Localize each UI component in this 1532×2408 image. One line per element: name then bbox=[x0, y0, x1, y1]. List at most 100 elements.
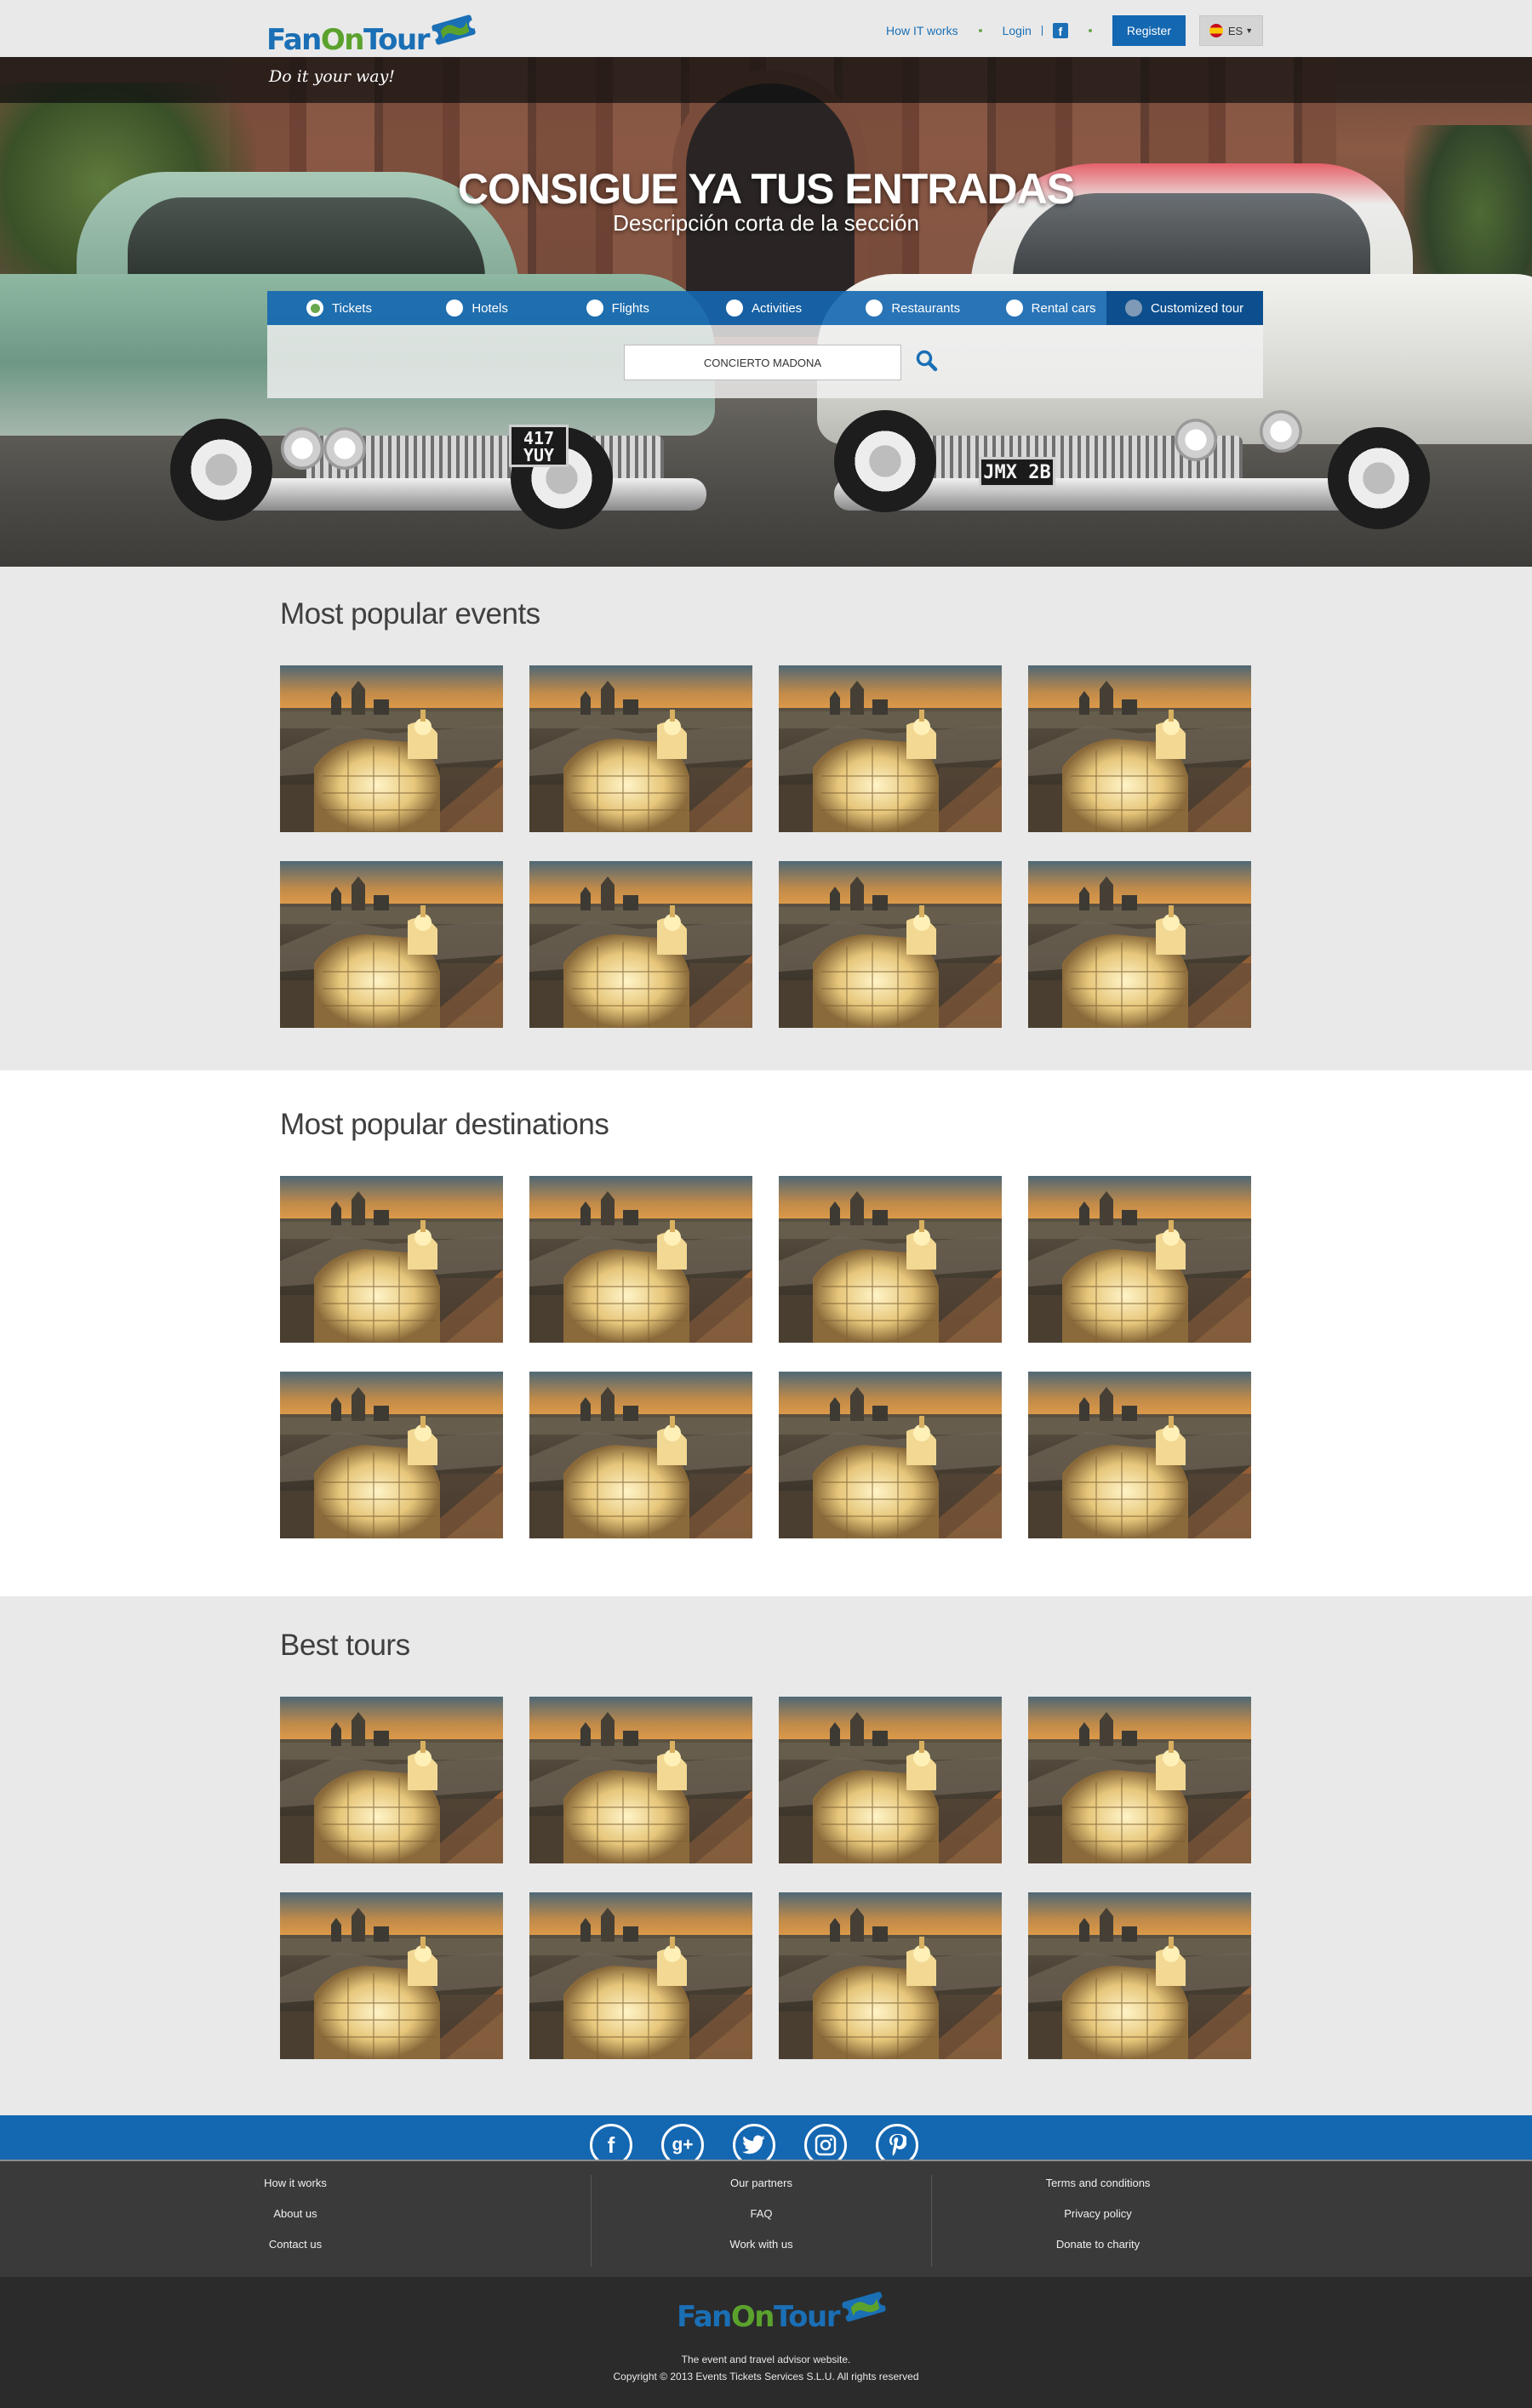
city-night-photo bbox=[779, 1697, 1002, 1863]
nav-dot bbox=[1088, 29, 1092, 32]
language-selector[interactable]: ES ▼ bbox=[1199, 15, 1263, 46]
footer-column: Terms and conditions Privacy policy Dona… bbox=[932, 2175, 1264, 2267]
footer-link-work-with-us[interactable]: Work with us bbox=[729, 2236, 792, 2267]
ticket-logo-icon bbox=[839, 2291, 889, 2322]
destination-card[interactable] bbox=[1028, 1372, 1251, 1538]
footer-link-faq[interactable]: FAQ bbox=[750, 2205, 772, 2236]
instagram-camera-shape bbox=[815, 2134, 837, 2156]
event-card[interactable] bbox=[779, 665, 1002, 832]
section-title: Most popular destinations bbox=[280, 1108, 609, 1141]
facebook-icon[interactable]: f bbox=[590, 2124, 632, 2160]
destination-card[interactable] bbox=[280, 1176, 503, 1343]
tour-card[interactable] bbox=[779, 1892, 1002, 2059]
city-night-photo bbox=[1028, 1372, 1251, 1538]
event-card[interactable] bbox=[1028, 861, 1251, 1028]
car-headlight bbox=[281, 427, 323, 470]
tour-card[interactable] bbox=[1028, 1697, 1251, 1863]
city-night-photo bbox=[280, 1697, 503, 1863]
login-link[interactable]: Login bbox=[1003, 24, 1032, 37]
destination-card[interactable] bbox=[1028, 1176, 1251, 1343]
event-card[interactable] bbox=[529, 665, 752, 832]
footer-link-privacy[interactable]: Privacy policy bbox=[1064, 2205, 1131, 2236]
tour-card[interactable] bbox=[779, 1697, 1002, 1863]
city-night-photo bbox=[280, 1176, 503, 1343]
facebook-icon[interactable]: f bbox=[1052, 23, 1068, 38]
tour-card[interactable] bbox=[529, 1697, 752, 1863]
event-card[interactable] bbox=[1028, 665, 1251, 832]
destinations-grid bbox=[280, 1176, 1251, 1538]
footer-link-our-partners[interactable]: Our partners bbox=[730, 2175, 792, 2205]
footer-link-contact-us[interactable]: Contact us bbox=[269, 2236, 322, 2267]
car-bumper bbox=[230, 478, 706, 511]
city-night-photo bbox=[1028, 665, 1251, 832]
logo-tour: Tour bbox=[363, 23, 431, 57]
twitter-icon[interactable] bbox=[733, 2124, 775, 2160]
nav-dot bbox=[978, 29, 982, 32]
city-night-photo bbox=[779, 1176, 1002, 1343]
fanontour-logo[interactable]: FanOnTour bbox=[266, 12, 478, 57]
city-night-photo bbox=[779, 665, 1002, 832]
tour-card[interactable] bbox=[529, 1892, 752, 2059]
footer-link-terms[interactable]: Terms and conditions bbox=[1046, 2175, 1151, 2205]
footer-column: Our partners FAQ Work with us bbox=[592, 2175, 932, 2267]
license-plate-left: 417 YUY bbox=[509, 425, 569, 467]
city-night-photo bbox=[779, 1372, 1002, 1538]
google-plus-icon[interactable]: g+ bbox=[661, 2124, 704, 2160]
search-input[interactable] bbox=[624, 345, 901, 380]
instagram-icon[interactable] bbox=[804, 2124, 847, 2160]
destination-card[interactable] bbox=[280, 1372, 503, 1538]
footer-column: How it works About us Contact us bbox=[0, 2175, 592, 2267]
radio-selected-icon bbox=[306, 300, 323, 317]
tab-activities[interactable]: Activities bbox=[687, 291, 826, 325]
footer-link-donate[interactable]: Donate to charity bbox=[1056, 2236, 1140, 2267]
car-headlight bbox=[323, 427, 366, 470]
search-category-tabs: Tickets Hotels Flights Activities Restau… bbox=[267, 291, 1263, 325]
city-night-photo bbox=[529, 1892, 752, 2059]
tab-tickets[interactable]: Tickets bbox=[267, 291, 407, 325]
how-it-works-link[interactable]: How IT works bbox=[886, 24, 958, 37]
radio-icon bbox=[725, 300, 743, 317]
footer-link-how-it-works[interactable]: How it works bbox=[264, 2175, 327, 2205]
city-night-photo bbox=[529, 1372, 752, 1538]
car-wheel bbox=[170, 419, 272, 521]
twitter-bird-shape bbox=[742, 2135, 765, 2154]
city-night-photo bbox=[779, 1892, 1002, 2059]
register-button[interactable]: Register bbox=[1112, 15, 1186, 46]
tab-customized-tour[interactable]: Customized tour bbox=[1106, 291, 1263, 325]
radio-icon bbox=[446, 300, 464, 317]
search-button[interactable] bbox=[912, 347, 941, 376]
popular-destinations-section: Most popular destinations bbox=[0, 1070, 1532, 1596]
pinterest-icon[interactable] bbox=[876, 2124, 918, 2160]
footer-logo[interactable]: FanOnTour bbox=[677, 2291, 889, 2334]
city-night-photo bbox=[1028, 1176, 1251, 1343]
car-headlight bbox=[1260, 410, 1302, 453]
tab-label: Flights bbox=[611, 300, 649, 316]
destination-card[interactable] bbox=[779, 1372, 1002, 1538]
tour-card[interactable] bbox=[280, 1892, 503, 2059]
destination-card[interactable] bbox=[779, 1176, 1002, 1343]
event-card[interactable] bbox=[779, 861, 1002, 1028]
logo-on: On bbox=[320, 23, 365, 57]
tab-hotels[interactable]: Hotels bbox=[407, 291, 546, 325]
tour-card[interactable] bbox=[1028, 1892, 1251, 2059]
car-wheel bbox=[1328, 427, 1430, 529]
footer-link-about-us[interactable]: About us bbox=[273, 2205, 317, 2236]
social-bar: f g+ bbox=[0, 2115, 1532, 2160]
spain-flag-icon bbox=[1209, 24, 1223, 37]
event-card[interactable] bbox=[280, 665, 503, 832]
destination-card[interactable] bbox=[529, 1372, 752, 1538]
logo-on: On bbox=[730, 2300, 775, 2334]
tab-label: Hotels bbox=[472, 300, 508, 316]
tab-flights[interactable]: Flights bbox=[547, 291, 687, 325]
event-card[interactable] bbox=[280, 861, 503, 1028]
event-card[interactable] bbox=[529, 861, 752, 1028]
tab-restaurants[interactable]: Restaurants bbox=[826, 291, 966, 325]
tour-card[interactable] bbox=[280, 1697, 503, 1863]
pinterest-p-shape bbox=[889, 2134, 906, 2156]
radio-icon bbox=[1005, 300, 1023, 317]
popular-events-section: Most popular events bbox=[0, 567, 1532, 1070]
tab-rental-cars[interactable]: Rental cars bbox=[967, 291, 1106, 325]
destination-card[interactable] bbox=[529, 1176, 752, 1343]
city-night-photo bbox=[280, 1892, 503, 2059]
city-night-photo bbox=[280, 861, 503, 1028]
